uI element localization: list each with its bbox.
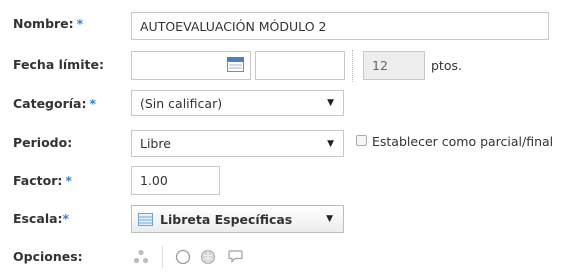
- nombre-label: Nombre: *: [13, 16, 84, 31]
- points-input: 12: [363, 51, 425, 80]
- chevron-down-icon: ▼: [327, 138, 334, 149]
- ball-icon[interactable]: [200, 249, 216, 265]
- escala-dropdown-button[interactable]: Libreta Específicas ▼: [131, 205, 344, 233]
- escala-label: Escala:*: [13, 211, 70, 226]
- circle-radio-icon[interactable]: [175, 249, 191, 265]
- periodo-select[interactable]: Libre ▼: [131, 130, 344, 157]
- points-unit: ptos.: [431, 58, 462, 73]
- fecha-time-input[interactable]: [255, 51, 345, 80]
- divider: [352, 50, 353, 82]
- calendar-icon[interactable]: [227, 57, 244, 72]
- divider: [162, 246, 163, 268]
- fecha-limite-label: Fecha límite:: [13, 57, 104, 72]
- parcial-final-label: Establecer como parcial/final: [372, 134, 554, 149]
- chevron-down-icon: ▼: [327, 98, 334, 108]
- chevron-down-icon: ▼: [326, 214, 333, 224]
- categoria-label: Categoría: *: [13, 96, 97, 111]
- nombre-input[interactable]: AUTOEVALUACIÓN MÓDULO 2: [131, 12, 549, 40]
- opciones-label: Opciones:: [13, 249, 83, 264]
- scale-list-icon: [138, 212, 153, 226]
- dots-icon[interactable]: [133, 249, 149, 265]
- required-star: *: [76, 16, 84, 31]
- required-star: *: [65, 173, 72, 188]
- factor-label: Factor: *: [13, 173, 72, 188]
- required-star: *: [89, 96, 97, 111]
- parcial-final-checkbox[interactable]: [356, 135, 367, 146]
- categoria-select[interactable]: (Sin calificar) ▼: [131, 90, 344, 116]
- comment-icon[interactable]: [228, 249, 243, 264]
- factor-input[interactable]: 1.00: [131, 166, 220, 195]
- periodo-label: Periodo:: [13, 135, 73, 150]
- required-star: *: [62, 211, 70, 226]
